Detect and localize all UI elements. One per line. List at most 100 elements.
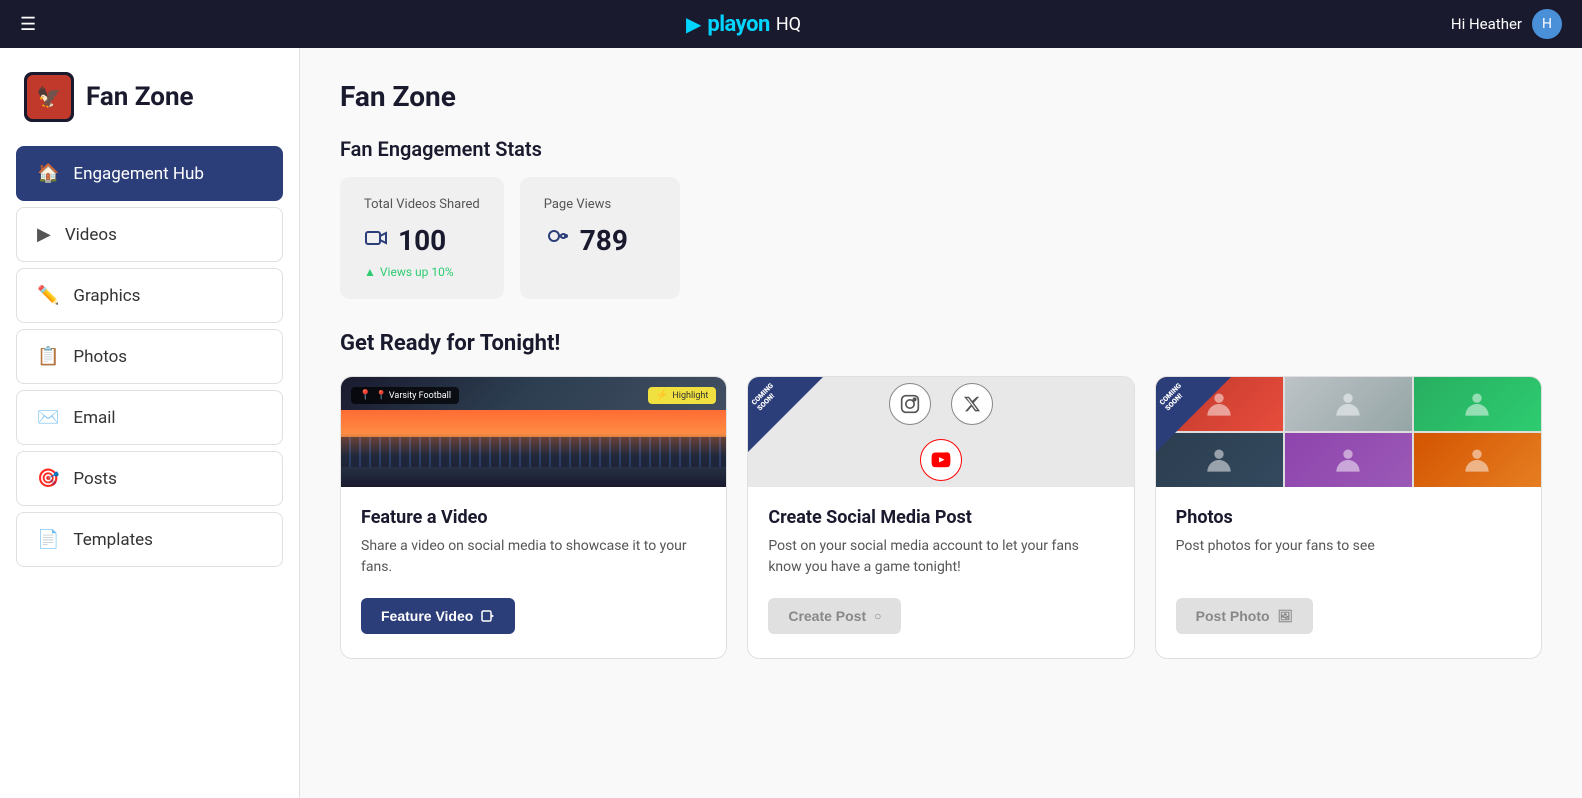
create-post-card: COMINGSOON! [747, 376, 1134, 659]
logo-playon-text: playon [707, 12, 769, 37]
video-card-body: Feature a Video Share a video on social … [341, 487, 726, 658]
stat-sub-videos: ▲ Views up 10% [364, 265, 480, 279]
video-card-media: 📍 📍 Varsity Football ⚡ Highlight [341, 377, 726, 487]
photos-card: COMINGSOON! Photos Post photos for your … [1155, 376, 1542, 659]
brand-logo-inner: 🦅 [27, 75, 71, 119]
stat-number-pageviews: 789 [580, 224, 628, 257]
x-twitter-icon [951, 383, 993, 425]
pageview-stat-icon [544, 226, 570, 256]
stat-label-pageviews: Page Views [544, 197, 656, 212]
stats-title: Fan Engagement Stats [340, 137, 1542, 161]
graphics-icon: ✏️ [37, 285, 59, 306]
sidebar-label-email: Email [73, 408, 115, 428]
sidebar-item-engagement-hub[interactable]: 🏠 Engagement Hub [16, 146, 283, 201]
sidebar-item-photos[interactable]: 📋 Photos [16, 329, 283, 384]
post-card-desc: Post on your social media account to let… [768, 536, 1113, 578]
feature-video-card: 📍 📍 Varsity Football ⚡ Highlight Feature… [340, 376, 727, 659]
create-post-button-icon: ○ [874, 609, 881, 623]
sidebar-item-graphics[interactable]: ✏️ Graphics [16, 268, 283, 323]
photos-card-body: Photos Post photos for your fans to see … [1156, 487, 1541, 658]
sidebar-item-posts[interactable]: 🎯 Posts [16, 451, 283, 506]
photo-thumb-3 [1414, 377, 1541, 431]
social-card-media: COMINGSOON! [748, 377, 1133, 487]
post-card-heading: Create Social Media Post [768, 507, 1113, 528]
varsity-tag: 📍 📍 Varsity Football [351, 387, 459, 404]
feature-video-button-icon [481, 609, 495, 623]
photo-thumb-5 [1285, 433, 1412, 487]
hamburger-icon[interactable]: ☰ [20, 14, 36, 35]
video-card-heading: Feature a Video [361, 507, 706, 528]
video-thumbnail: 📍 📍 Varsity Football ⚡ Highlight [341, 377, 726, 487]
coming-soon-triangle [748, 377, 823, 452]
photo-thumb-2 [1285, 377, 1412, 431]
photos-grid-wrapper: COMINGSOON! [1156, 377, 1541, 487]
video-icon: ▶ [37, 224, 51, 245]
brand-name: Fan Zone [86, 82, 194, 112]
social-icons-row [889, 383, 993, 425]
posts-icon: 🎯 [37, 468, 59, 489]
photos-card-desc: Post photos for your fans to see [1176, 536, 1521, 578]
sidebar-label-templates: Templates [73, 530, 153, 550]
player-silhouette-5 [1334, 446, 1362, 474]
stat-label-videos: Total Videos Shared [364, 197, 480, 212]
templates-icon: 📄 [37, 529, 59, 550]
brand-header: 🦅 Fan Zone [16, 72, 283, 122]
post-photo-button-icon: 🖼 [1278, 609, 1293, 623]
stats-cards: Total Videos Shared 100 ▲ Views up 10% [340, 177, 1542, 299]
player-silhouette-3 [1463, 390, 1491, 418]
ready-section: Get Ready for Tonight! 📍 📍 Varsity Footb… [340, 331, 1542, 659]
stat-value-row-pageviews: 789 [544, 224, 656, 257]
avatar-initial: H [1542, 16, 1552, 32]
avatar[interactable]: H [1532, 9, 1562, 39]
nav-right: Hi Heather H [1451, 9, 1562, 39]
stat-card-pageviews: Page Views 789 [520, 177, 680, 299]
sidebar-item-email[interactable]: ✉️ Email [16, 390, 283, 445]
create-post-button-label: Create Post [788, 608, 866, 624]
sidebar: 🦅 Fan Zone 🏠 Engagement Hub ▶ Videos ✏️ … [0, 48, 300, 798]
photos-card-heading: Photos [1176, 507, 1521, 528]
photos-card-actions: Post Photo 🖼 [1176, 598, 1521, 634]
post-photo-button-label: Post Photo [1196, 608, 1270, 624]
video-stat-icon [364, 226, 388, 256]
stat-card-videos: Total Videos Shared 100 ▲ Views up 10% [340, 177, 504, 299]
stadium-lights [341, 437, 726, 467]
page-wrapper: 🦅 Fan Zone 🏠 Engagement Hub ▶ Videos ✏️ … [0, 0, 1582, 798]
sidebar-item-templates[interactable]: 📄 Templates [16, 512, 283, 567]
logo-arrow-icon: ▶ [686, 12, 701, 36]
post-card-body: Create Social Media Post Post on your so… [748, 487, 1133, 658]
stadium-scene [341, 410, 726, 487]
sidebar-label-engagement-hub: Engagement Hub [73, 164, 204, 184]
main-content: Fan Zone Fan Engagement Stats Total Vide… [300, 48, 1582, 798]
sidebar-label-graphics: Graphics [73, 286, 140, 306]
highlight-tag: ⚡ Highlight [648, 387, 716, 404]
player-silhouette-6 [1463, 446, 1491, 474]
cards-row: 📍 📍 Varsity Football ⚡ Highlight Feature… [340, 376, 1542, 659]
social-icons-container: COMINGSOON! [748, 377, 1133, 487]
photos-icon: 📋 [37, 346, 59, 367]
video-card-actions: Feature Video [361, 598, 706, 634]
brand-logo: 🦅 [24, 72, 74, 122]
coming-soon-triangle-photos [1156, 377, 1231, 452]
page-title: Fan Zone [340, 80, 1542, 113]
home-icon: 🏠 [37, 163, 59, 184]
sidebar-item-videos[interactable]: ▶ Videos [16, 207, 283, 262]
create-post-button[interactable]: Create Post ○ [768, 598, 901, 634]
feature-video-button[interactable]: Feature Video [361, 598, 515, 634]
logo-hq-text: HQ [776, 14, 801, 35]
youtube-icon [920, 439, 962, 481]
greeting-text: Hi Heather [1451, 15, 1522, 33]
logo-area: ▶ playon HQ [686, 12, 801, 37]
instagram-icon [889, 383, 931, 425]
email-icon: ✉️ [37, 407, 59, 428]
stats-section: Fan Engagement Stats Total Videos Shared… [340, 137, 1542, 299]
photos-card-media: COMINGSOON! [1156, 377, 1541, 487]
player-silhouette-2 [1334, 390, 1362, 418]
post-photo-button[interactable]: Post Photo 🖼 [1176, 598, 1313, 634]
sidebar-label-posts: Posts [73, 469, 116, 489]
photo-thumb-6 [1414, 433, 1541, 487]
feature-video-button-label: Feature Video [381, 608, 473, 624]
video-card-desc: Share a video on social media to showcas… [361, 536, 706, 578]
top-navigation: ☰ ▶ playon HQ Hi Heather H [0, 0, 1582, 48]
post-card-actions: Create Post ○ [768, 598, 1113, 634]
stat-value-row-videos: 100 [364, 224, 480, 257]
